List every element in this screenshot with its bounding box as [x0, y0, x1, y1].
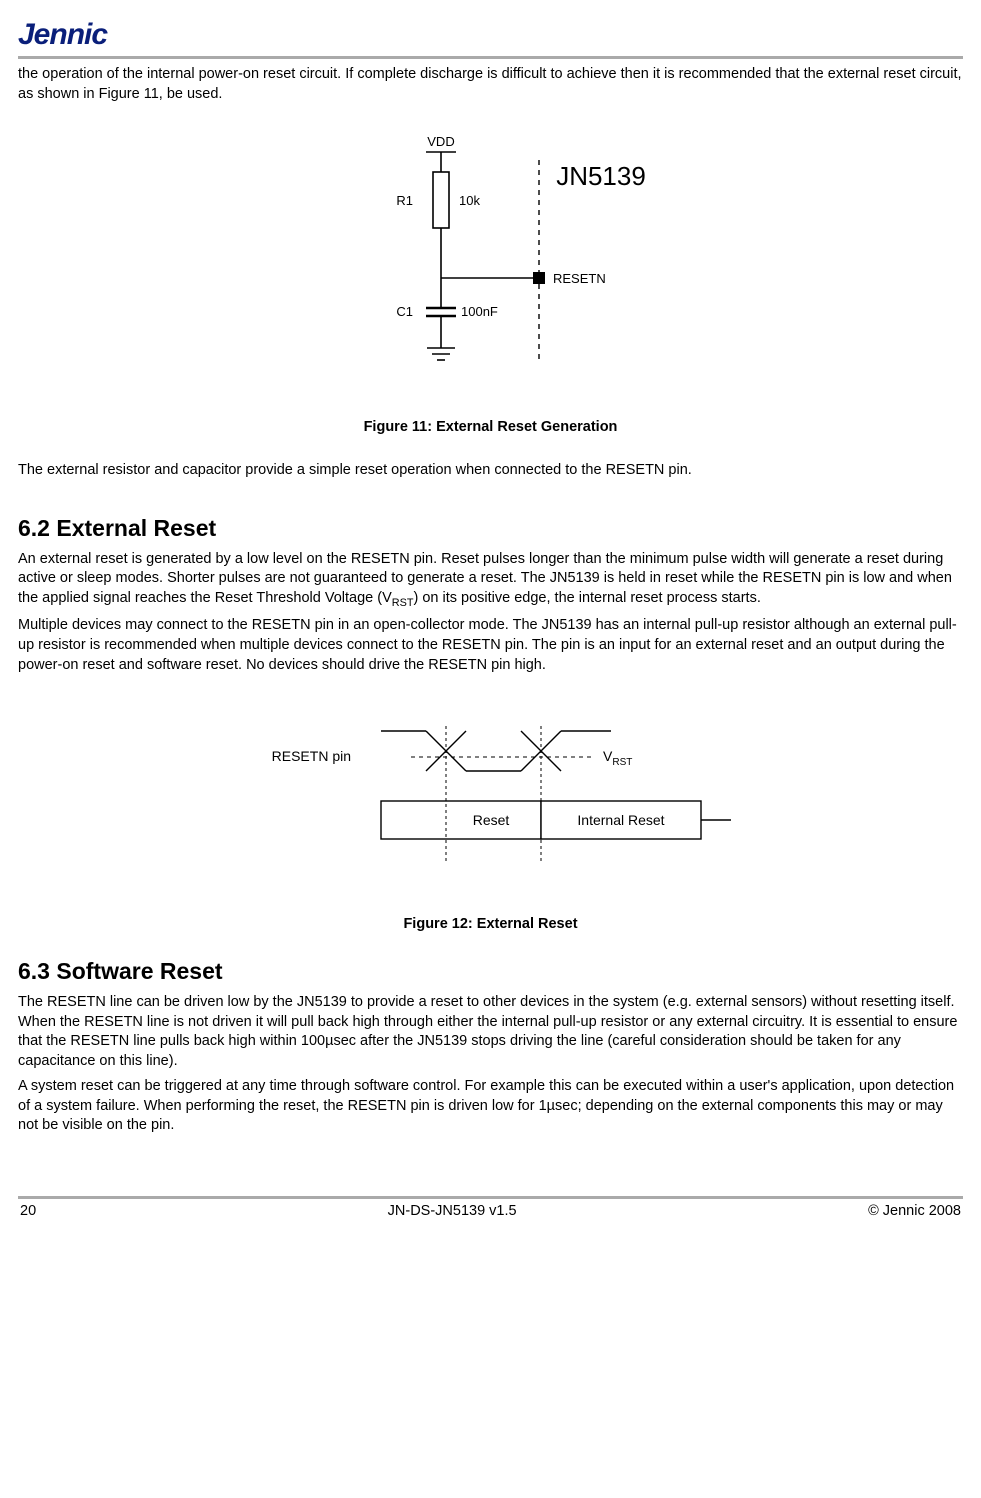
- after-fig11-para: The external resistor and capacitor prov…: [18, 461, 963, 481]
- footer-copyright: © Jennic 2008: [868, 1203, 961, 1219]
- footer: 20 JN-DS-JN5139 v1.5 © Jennic 2008: [18, 1196, 963, 1229]
- vrst-sub: RST: [392, 597, 414, 609]
- top-rule: [18, 56, 963, 59]
- figure-11: VDD R1 10k RESETN JN5139 C1: [18, 130, 963, 405]
- label-r1: R1: [396, 193, 413, 208]
- footer-page: 20: [20, 1203, 36, 1219]
- section-6-3-p1: The RESETN line can be driven low by the…: [18, 993, 963, 1071]
- label-resetn-pin: RESETN pin: [271, 748, 350, 764]
- label-r1-value: 10k: [459, 193, 480, 208]
- label-chip: JN5139: [556, 161, 646, 191]
- section-6-3-p2: A system reset can be triggered at any t…: [18, 1077, 963, 1136]
- section-6-2-title: 6.2 External Reset: [18, 515, 963, 542]
- label-reset: Reset: [472, 812, 509, 828]
- section-6-2-p1: An external reset is generated by a low …: [18, 550, 963, 611]
- bottom-rule: [18, 1196, 963, 1199]
- label-internal-reset: Internal Reset: [577, 812, 664, 828]
- figure-11-caption: Figure 11: External Reset Generation: [18, 419, 963, 435]
- resetn-pad: [533, 272, 545, 284]
- figure-12-svg: RESETN pin VRST: [211, 711, 771, 881]
- label-c1-value: 100nF: [461, 304, 498, 319]
- intro-paragraph: the operation of the internal power-on r…: [18, 65, 963, 104]
- figure-12-caption: Figure 12: External Reset: [18, 916, 963, 932]
- footer-docid: JN-DS-JN5139 v1.5: [388, 1203, 517, 1219]
- section-6-3-title: 6.3 Software Reset: [18, 958, 963, 985]
- label-vrst: VRST: [603, 748, 632, 768]
- figure-12: RESETN pin VRST: [18, 711, 963, 886]
- logo: Jennic: [18, 18, 963, 52]
- section-6-2-p2: Multiple devices may connect to the RESE…: [18, 616, 963, 675]
- label-c1: C1: [396, 304, 413, 319]
- section-6-2-p1-b: ) on its positive edge, the internal res…: [414, 590, 761, 606]
- label-vdd: VDD: [427, 134, 454, 149]
- label-resetn: RESETN: [553, 271, 606, 286]
- figure-11-svg: VDD R1 10k RESETN JN5139 C1: [281, 130, 701, 400]
